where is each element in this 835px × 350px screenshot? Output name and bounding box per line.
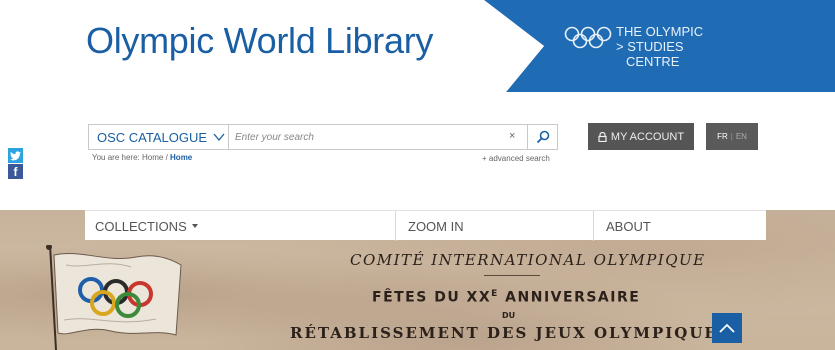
olympic-rings-icon — [564, 26, 612, 49]
breadcrumb-prefix: You are here: — [92, 153, 140, 162]
document-heading-committee: COMITÉ INTERNATIONAL OLYMPIQUE — [350, 251, 706, 269]
nav-collections-label: COLLECTIONS — [95, 218, 187, 234]
celebration-text-pre: FÊTES DU XX — [372, 289, 492, 306]
nav-collections[interactable]: COLLECTIONS — [95, 211, 199, 241]
search-button[interactable] — [527, 125, 558, 149]
facebook-share-button[interactable]: f — [8, 164, 23, 179]
lang-en[interactable]: EN — [736, 132, 747, 141]
catalogue-label: OSC CATALOGUE — [97, 129, 208, 145]
document-heading-celebration: FÊTES DU XXE ANNIVERSAIRE — [372, 289, 640, 306]
chevron-down-icon — [213, 133, 225, 142]
language-switcher: FR | EN — [706, 123, 758, 150]
document-divider — [484, 275, 540, 276]
lang-separator: | — [730, 132, 733, 141]
chevron-up-icon — [719, 323, 735, 333]
osc-line-1: THE OLYMPIC — [616, 24, 704, 39]
my-account-label: MY ACCOUNT — [610, 130, 685, 143]
my-account-button[interactable]: MY ACCOUNT — [588, 123, 694, 150]
search-bar: OSC CATALOGUE × — [88, 124, 558, 150]
olympic-flag-illustration — [46, 245, 182, 350]
document-du: DU — [502, 311, 516, 320]
twitter-icon — [10, 150, 21, 160]
scroll-to-top-button[interactable] — [712, 313, 742, 343]
nav-about-label: ABOUT — [606, 218, 651, 234]
breadcrumb-current[interactable]: Home — [170, 153, 192, 162]
caret-down-icon — [191, 224, 198, 228]
breadcrumb-separator: / — [165, 153, 168, 162]
main-navigation: COLLECTIONS ZOOM IN ABOUT — [85, 210, 766, 241]
breadcrumb: You are here: Home / Home — [92, 153, 192, 162]
twitter-share-button[interactable] — [8, 148, 23, 163]
lang-fr[interactable]: FR — [717, 132, 728, 141]
catalogue-select[interactable]: OSC CATALOGUE — [89, 125, 229, 149]
nav-zoom-in[interactable]: ZOOM IN — [395, 211, 464, 241]
nav-about[interactable]: ABOUT — [593, 211, 651, 241]
lock-icon — [598, 131, 607, 142]
osc-line-3: CENTRE — [626, 54, 680, 69]
celebration-text-post: ANNIVERSAIRE — [498, 289, 641, 306]
document-heading-restoration: RÉTABLISSEMENT DES JEUX OLYMPIQUES — [290, 324, 731, 342]
celebration-superscript: E — [491, 289, 499, 299]
nav-zoom-label: ZOOM IN — [408, 218, 464, 234]
osc-line-2: > STUDIES — [616, 39, 684, 54]
clear-search-button[interactable]: × — [509, 130, 515, 142]
search-icon — [536, 130, 550, 144]
site-title[interactable]: Olympic World Library — [86, 20, 433, 62]
search-input[interactable] — [235, 128, 505, 146]
advanced-search-link[interactable]: + advanced search — [482, 154, 550, 163]
osc-logo-text[interactable]: THE OLYMPIC > STUDIES CENTRE — [616, 24, 703, 69]
breadcrumb-home-link[interactable]: Home — [142, 153, 163, 162]
facebook-icon: f — [13, 165, 18, 179]
